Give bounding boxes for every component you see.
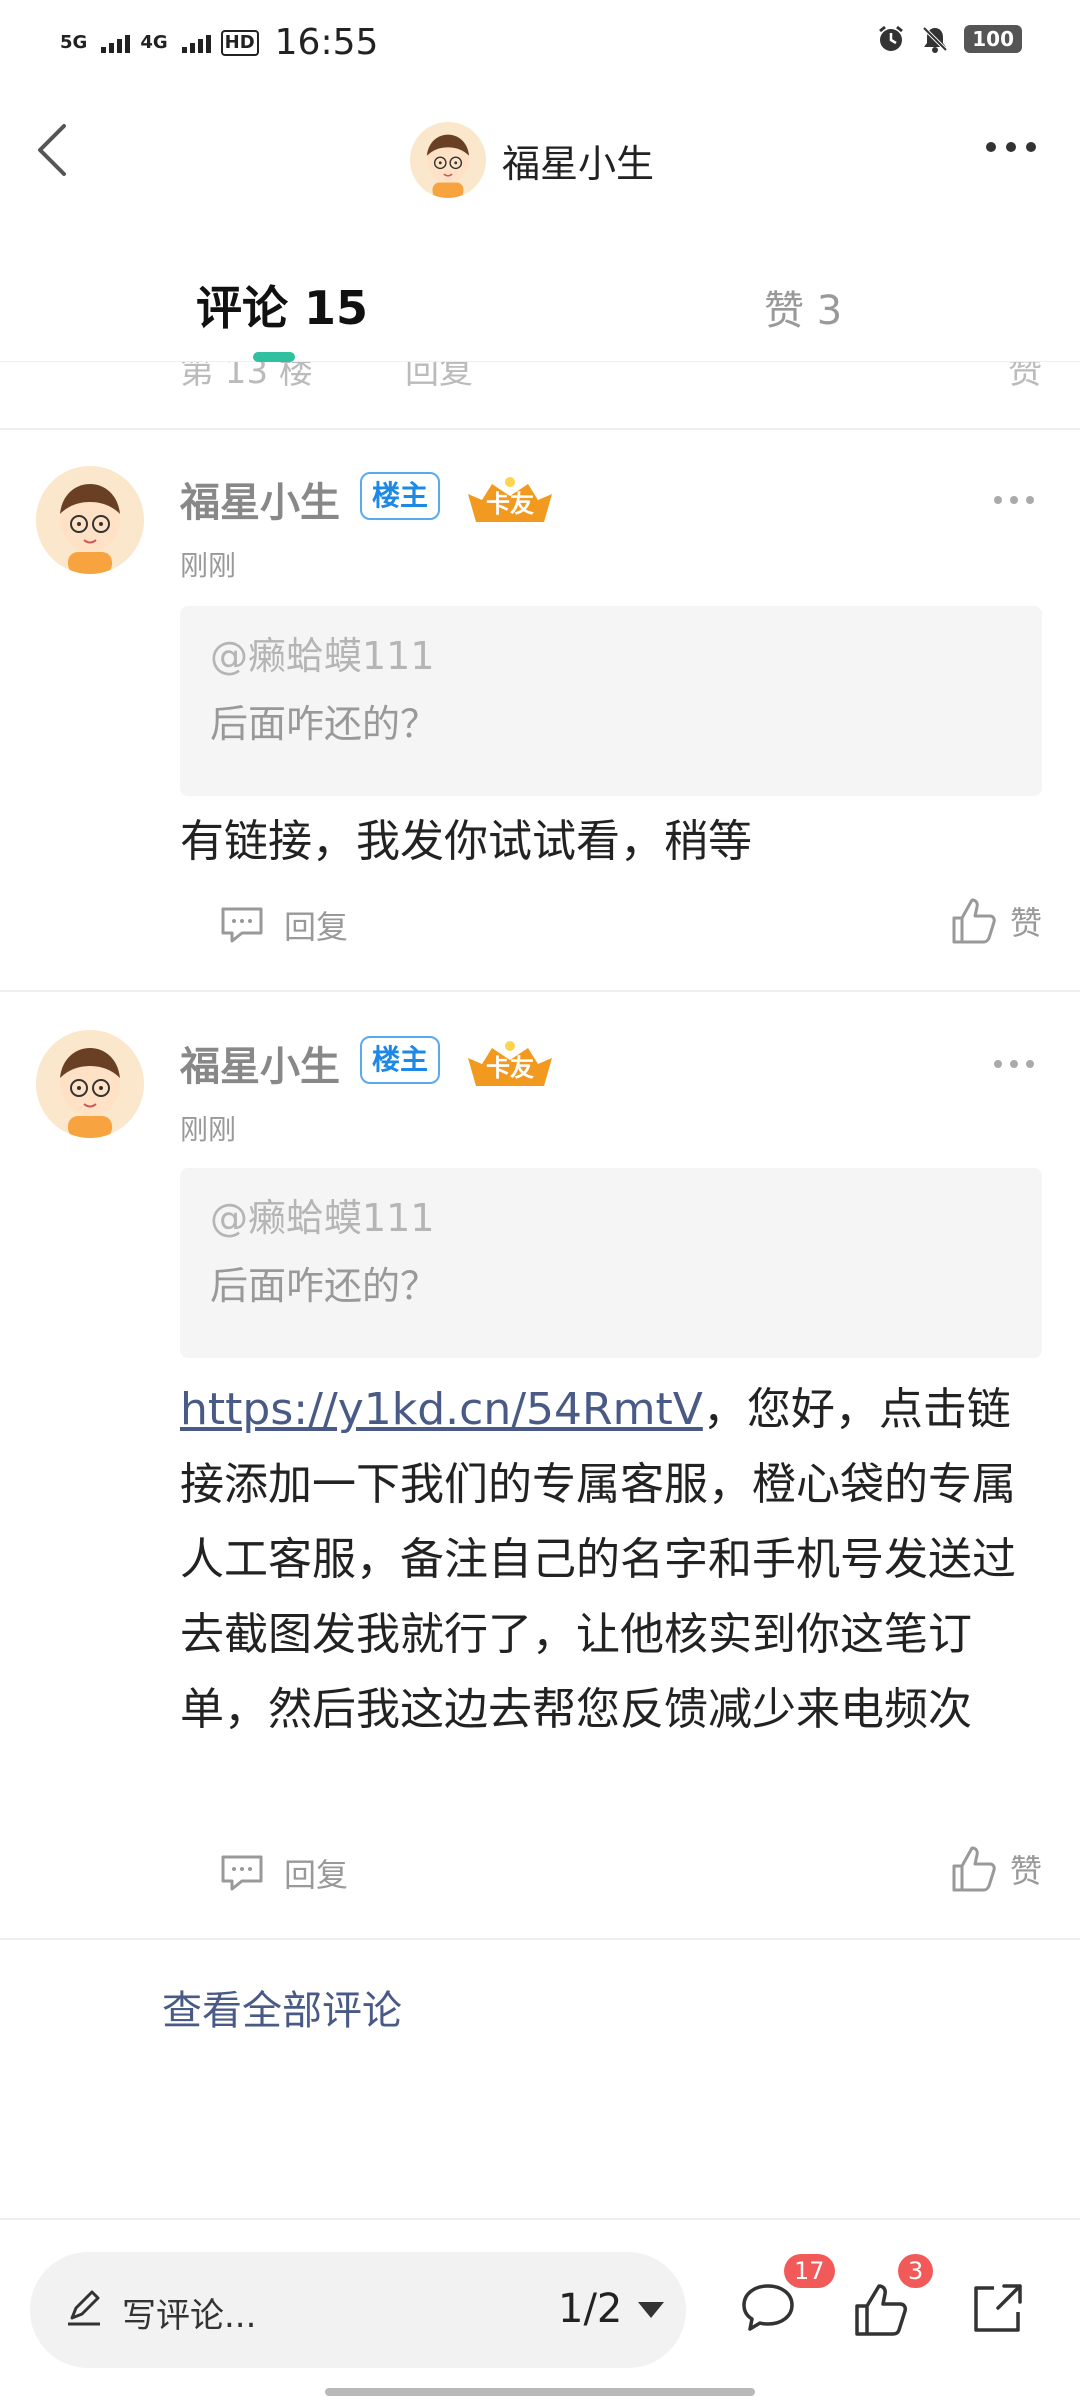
comment-author[interactable]: 福星小生 — [180, 1034, 340, 1092]
bottom-bar: 写评论... 1/2 17 3 — [0, 2218, 1080, 2400]
previous-comment-footer: 第 13 楼 回复 赞 — [0, 352, 1080, 430]
comment-icon — [221, 1855, 263, 1891]
share-button[interactable] — [968, 2280, 1026, 2342]
top-header: 福星小生 — [0, 90, 1080, 220]
comment-item: 福星小生 楼主 卡友 刚刚 @癞蛤蟆111 后面咋还的？ https://y1k… — [0, 994, 1080, 1940]
back-icon[interactable] — [30, 120, 74, 180]
share-icon — [974, 2284, 1022, 2332]
write-comment-input[interactable]: 写评论... 1/2 — [30, 2252, 686, 2368]
comment-icon — [221, 907, 263, 943]
reply-button[interactable]: 回复 — [218, 1850, 348, 1896]
signal-icon-2 — [181, 33, 211, 53]
like-button[interactable]: 赞 — [950, 896, 1042, 946]
hd-icon: HD — [220, 29, 259, 56]
comment-icon — [742, 2284, 794, 2331]
like-button[interactable]: 赞 — [950, 1844, 1042, 1894]
bell-off-icon — [922, 26, 948, 53]
like-label: 赞 — [1009, 904, 1042, 942]
network-4g: 4G — [140, 31, 168, 53]
comment-time: 刚刚 — [180, 549, 237, 582]
thumb-up-icon — [855, 2284, 907, 2336]
comment-more-icon[interactable] — [994, 1060, 1034, 1068]
tab-indicator — [253, 352, 295, 362]
reply-label: 回复 — [284, 1856, 349, 1894]
comment-more-icon[interactable] — [994, 496, 1034, 504]
like-label: 赞 — [1009, 1852, 1042, 1890]
alarm-icon — [879, 25, 904, 51]
view-all-comments-link[interactable]: 查看全部评论 — [162, 1978, 402, 2036]
like-post-button[interactable] — [852, 2280, 908, 2342]
reply-label: 回复 — [284, 908, 349, 946]
dropdown-icon[interactable] — [638, 2302, 664, 2318]
quoted-text: 后面咋还的？ — [210, 702, 439, 746]
quoted-text: 后面咋还的？ — [210, 1264, 439, 1308]
pen-icon — [68, 2290, 100, 2326]
header-username: 福星小生 — [502, 141, 655, 186]
write-comment-placeholder: 写评论... — [122, 2296, 257, 2336]
signal-icon — [101, 33, 131, 53]
network-5g: 5G — [60, 31, 88, 53]
quoted-comment[interactable]: @癞蛤蟆111 后面咋还的？ — [180, 606, 1042, 796]
comment-body-text: ，您好，点击链接添加一下我们的专属客服，橙心袋的专属人工客服，备注自己的名字和手… — [180, 1384, 1016, 1735]
home-indicator[interactable] — [325, 2388, 755, 2396]
more-icon[interactable] — [986, 142, 1036, 152]
comment-time: 刚刚 — [180, 1113, 237, 1146]
comment-body: 有链接，我发你试试看，稍等 — [180, 816, 752, 867]
avatar[interactable] — [36, 466, 144, 574]
status-bar: 5G 4G HD 16:55 100 — [0, 0, 1080, 90]
thumb-up-icon — [952, 898, 996, 944]
comment-link[interactable]: https://y1kd.cn/54RmtV — [180, 1384, 703, 1435]
quoted-comment[interactable]: @癞蛤蟆111 后面咋还的？ — [180, 1168, 1042, 1358]
battery-indicator: 100 — [964, 25, 1022, 53]
thumb-up-icon — [952, 1846, 996, 1892]
comment-author[interactable]: 福星小生 — [180, 470, 340, 528]
tab-comments[interactable]: 评论 15 — [196, 272, 368, 338]
reply-button[interactable]: 回复 — [218, 902, 348, 948]
owner-badge: 楼主 — [360, 472, 441, 520]
comment-count-badge: 17 — [784, 2254, 835, 2288]
comments-button[interactable] — [738, 2280, 798, 2340]
comment-item: 福星小生 楼主 卡友 刚刚 @癞蛤蟆111 后面咋还的？ 有链接，我发你试试看，… — [0, 430, 1080, 992]
comment-body: https://y1kd.cn/54RmtV，您好，点击链接添加一下我们的专属客… — [180, 1372, 1050, 1747]
tab-likes[interactable]: 赞 3 — [764, 278, 842, 336]
clock: 16:55 — [274, 22, 379, 63]
card-friend-badge: 卡友 — [462, 1038, 558, 1090]
quoted-author: @癞蛤蟆111 — [210, 1196, 435, 1240]
avatar[interactable] — [410, 122, 486, 198]
like-count-badge: 3 — [898, 2254, 934, 2288]
header-user[interactable]: 福星小生 — [410, 122, 654, 198]
page-indicator[interactable]: 1/2 — [558, 2286, 622, 2332]
owner-badge: 楼主 — [360, 1036, 441, 1084]
quoted-author: @癞蛤蟆111 — [210, 634, 435, 678]
tab-bar: 评论 15 赞 3 — [0, 220, 1080, 362]
card-friend-badge: 卡友 — [462, 474, 558, 526]
avatar[interactable] — [36, 1030, 144, 1138]
